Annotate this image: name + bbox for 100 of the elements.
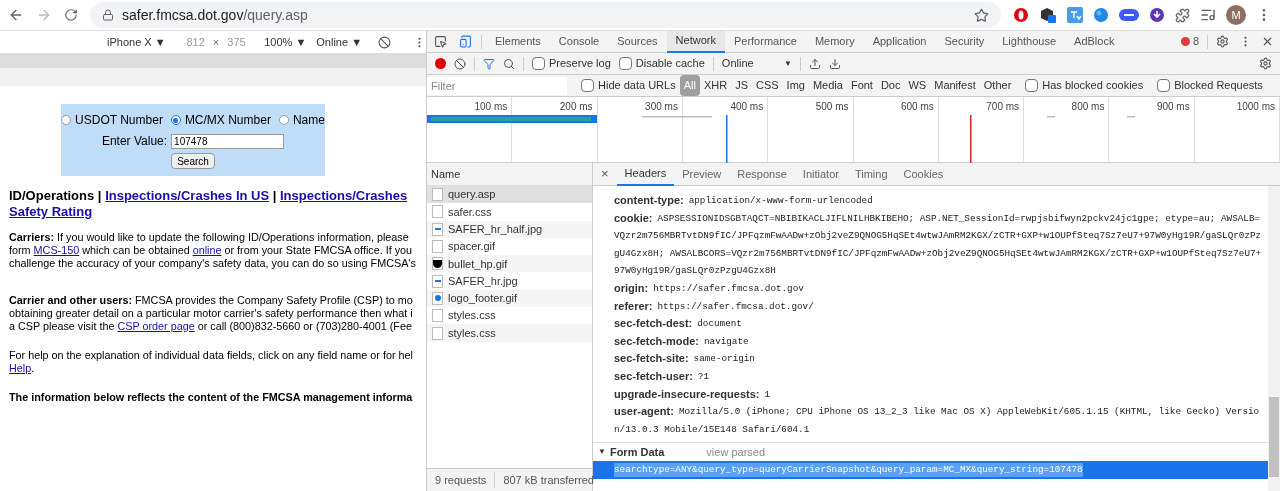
type-filter[interactable]: CSS: [751, 75, 783, 96]
section-title[interactable]: Form Data: [609, 444, 665, 461]
search-button[interactable]: Search: [171, 153, 215, 169]
checkbox[interactable]: [1157, 79, 1171, 92]
request-row[interactable]: query.asp: [427, 186, 592, 204]
header-line: sec-fetch-mode: navigate: [614, 333, 750, 349]
devtools-tab[interactable]: Application: [863, 30, 936, 53]
star-icon[interactable]: [974, 7, 989, 23]
type-filter[interactable]: Img: [782, 75, 809, 96]
paragraph-text: The information below reflects the content of the FMCSA management informa: [9, 391, 413, 404]
column-header[interactable]: Name: [427, 163, 592, 186]
devtools-tab[interactable]: Lighthouse: [993, 30, 1066, 53]
heading-text: |: [271, 188, 278, 204]
link[interactable]: CSP order page: [117, 320, 195, 333]
checkbox[interactable]: [1025, 79, 1039, 92]
link[interactable]: Inspections/Crashes: [280, 188, 408, 204]
checkbox[interactable]: [532, 57, 545, 70]
type-filter[interactable]: Media: [808, 75, 847, 96]
zip-extension-icon[interactable]: [1119, 9, 1139, 21]
inspect-icon[interactable]: [434, 35, 447, 48]
devtools-tab[interactable]: AdBlock: [1065, 30, 1124, 53]
cube-extension-icon[interactable]: [1039, 6, 1057, 24]
link[interactable]: Safety Rating: [9, 204, 93, 220]
checkbox[interactable]: [618, 57, 632, 70]
close-button[interactable]: ×: [593, 164, 617, 184]
search-icon[interactable]: [503, 57, 515, 70]
translate-icon[interactable]: [1067, 7, 1083, 23]
globe-extension-icon[interactable]: [1093, 7, 1109, 23]
field-label: Enter Value:: [101, 133, 168, 150]
devtools-tab[interactable]: Console: [549, 30, 609, 53]
tick-label: 300 ms: [645, 100, 678, 114]
status-text: 9 requests: [434, 472, 488, 488]
file-icon: [432, 309, 443, 323]
address-bar[interactable]: safer.fmcsa.dot.gov/query.asp: [90, 2, 1001, 28]
type-filter[interactable]: Other: [979, 75, 1016, 96]
download-extension-icon[interactable]: [1149, 7, 1165, 23]
request-row[interactable]: bullet_hp.gif: [427, 255, 592, 273]
device-mode-icon[interactable]: [459, 35, 472, 48]
paragraph-text: Carrier and other users: FMCSA provides the Company Safety Profile (CSP) to mo: [9, 294, 413, 307]
back-icon[interactable]: [8, 7, 24, 23]
type-filter[interactable]: JS: [731, 75, 752, 96]
clear-icon[interactable]: [454, 57, 466, 70]
paragraph-text: which can be obtained: [81, 244, 191, 257]
profile-avatar[interactable]: M: [1226, 5, 1246, 25]
tick-label: 400 ms: [730, 100, 764, 114]
zoom-dropdown[interactable]: 100% ▼: [264, 33, 307, 51]
error-badge[interactable]: 8: [1180, 33, 1199, 50]
devtools-tab[interactable]: Security: [935, 30, 994, 53]
checkbox-label: Disable cache: [635, 56, 705, 72]
radio-button[interactable]: [61, 115, 72, 125]
tick-label: 500 ms: [815, 100, 849, 114]
radio-button[interactable]: [170, 115, 181, 125]
detail-tab[interactable]: Cookies: [895, 162, 952, 186]
devtools-tab[interactable]: Elements: [486, 30, 550, 53]
filter-icon[interactable]: [483, 57, 495, 70]
view-parsed-link[interactable]: view parsed: [706, 444, 766, 461]
type-filter[interactable]: Manifest: [930, 75, 980, 96]
filter-field[interactable]: Filter: [427, 76, 567, 95]
scrollbar[interactable]: [1268, 186, 1280, 491]
detail-tab[interactable]: Preview: [674, 162, 730, 186]
detail-tab[interactable]: Headers: [616, 162, 675, 186]
type-filter[interactable]: Doc: [876, 75, 905, 96]
throttle-dropdown[interactable]: Online ▼: [721, 55, 792, 72]
devtools-tab[interactable]: Performance: [724, 30, 806, 53]
devtools-tab[interactable]: Memory: [805, 30, 864, 53]
extension-icon[interactable]: [1013, 7, 1029, 23]
file-icon: [432, 257, 443, 271]
caret-icon[interactable]: ▼: [598, 446, 606, 459]
media-icon[interactable]: [1200, 7, 1216, 23]
device-dropdown[interactable]: iPhone X ▼: [107, 33, 177, 51]
close-icon[interactable]: [1261, 35, 1274, 48]
link[interactable]: MCS-150: [33, 244, 80, 257]
type-filter[interactable]: Font: [846, 75, 877, 96]
reload-icon[interactable]: [64, 8, 78, 22]
tick-label: 100 ms: [474, 100, 508, 114]
checkbox[interactable]: [581, 79, 594, 92]
export-icon[interactable]: [828, 57, 841, 70]
devtools-tab[interactable]: Network: [666, 30, 725, 53]
radio-button[interactable]: [278, 115, 289, 125]
link[interactable]: online: [192, 244, 222, 257]
type-filter[interactable]: XHR: [699, 75, 732, 96]
paragraph-text: form: [9, 244, 32, 257]
record-button[interactable]: [435, 58, 446, 69]
detail-tab[interactable]: Response: [729, 162, 795, 186]
request-row[interactable]: styles.css: [427, 324, 592, 342]
link[interactable]: Inspections/Crashes In US: [105, 188, 270, 204]
lock-icon: [102, 9, 114, 21]
settings-icon[interactable]: [1216, 35, 1229, 48]
extensions-icon[interactable]: [1175, 7, 1190, 23]
heading-text: ID/Operations: [9, 188, 95, 204]
value-field[interactable]: 107478: [171, 133, 285, 149]
paragraph-text: For help on the explanation of individual data fields, click on any field name or for hel: [9, 349, 413, 362]
throttle-dropdown[interactable]: Online ▼: [316, 33, 363, 51]
settings-icon[interactable]: [1259, 57, 1272, 70]
import-icon[interactable]: [808, 57, 821, 70]
paragraph-text: or call (800)832-5660 or (703)280-4001 (Fee: [196, 320, 412, 333]
detail-tab[interactable]: Timing: [846, 162, 896, 186]
devtools-tab[interactable]: Sources: [608, 30, 667, 53]
detail-tab[interactable]: Initiator: [794, 162, 847, 186]
type-filter[interactable]: WS: [904, 75, 931, 96]
